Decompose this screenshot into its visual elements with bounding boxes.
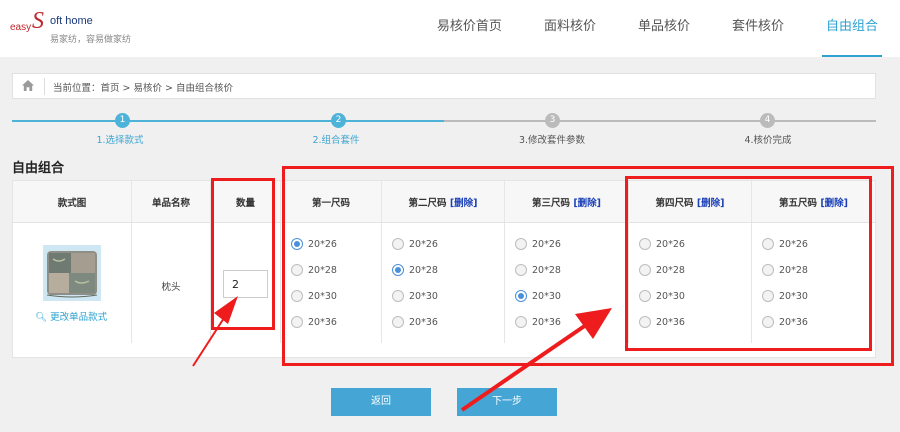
annotation-arrows <box>192 296 612 412</box>
arrow-head-quantity <box>214 296 238 324</box>
arrow-head-sizes <box>575 308 612 339</box>
arrow-to-sizes <box>460 323 588 412</box>
arrow-to-quantity <box>192 317 225 367</box>
